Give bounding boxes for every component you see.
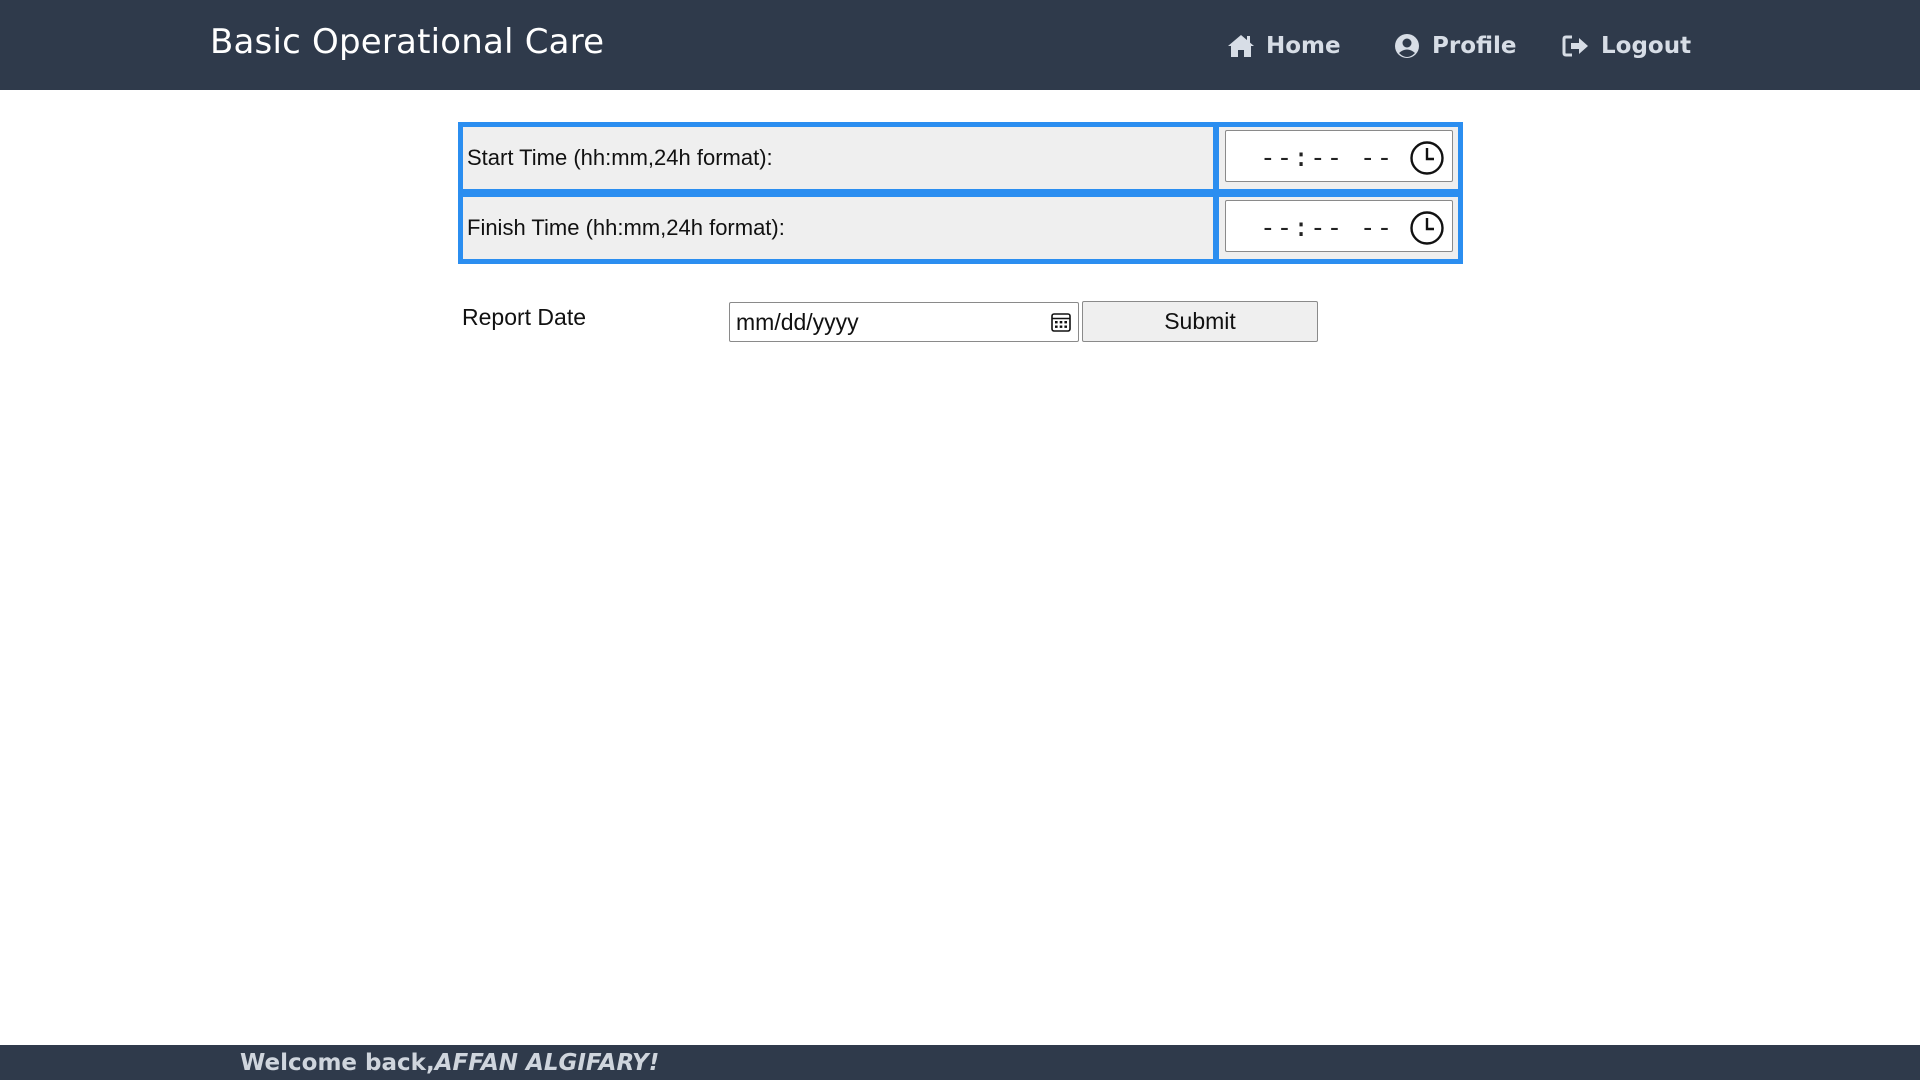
- finish-time-placeholder: --:-- --: [1260, 213, 1394, 243]
- nav-logout-label: Logout: [1601, 33, 1692, 59]
- clock-icon[interactable]: [1408, 209, 1446, 247]
- finish-time-cell: --:-- --: [1219, 197, 1458, 259]
- calendar-icon[interactable]: [1050, 311, 1072, 333]
- nav-home-link[interactable]: Home: [1226, 28, 1341, 64]
- welcome-prefix: Welcome back,: [240, 1050, 435, 1076]
- start-time-input[interactable]: --:-- --: [1225, 130, 1453, 182]
- submit-button[interactable]: Submit: [1082, 301, 1318, 342]
- home-icon: [1226, 31, 1256, 61]
- clock-icon[interactable]: [1408, 139, 1446, 177]
- welcome-message: Welcome back,AFFAN ALGIFARY!: [240, 1050, 659, 1076]
- nav-home-label: Home: [1266, 33, 1341, 59]
- page: Basic Operational Care Home Profile Logo…: [0, 0, 1920, 1080]
- report-date-label: Report Date: [462, 304, 587, 330]
- nav-profile-label: Profile: [1432, 33, 1517, 59]
- finish-time-row: Finish Time (hh:mm,24h format): --:-- --: [463, 197, 1458, 259]
- start-time-placeholder: --:-- --: [1260, 143, 1394, 173]
- top-navbar: Basic Operational Care Home Profile Logo…: [0, 0, 1920, 90]
- report-date-input[interactable]: mm/dd/yyyy: [729, 302, 1079, 342]
- footer-bar: Welcome back,AFFAN ALGIFARY!: [0, 1045, 1920, 1080]
- report-date-placeholder: mm/dd/yyyy: [736, 309, 859, 335]
- start-time-label: Start Time (hh:mm,24h format):: [463, 127, 1213, 189]
- nav-profile-link[interactable]: Profile: [1392, 28, 1517, 64]
- nav-logout-link[interactable]: Logout: [1561, 28, 1691, 64]
- time-form-table: Start Time (hh:mm,24h format): --:-- -- …: [458, 122, 1463, 264]
- start-time-cell: --:-- --: [1219, 127, 1458, 189]
- app-title: Basic Operational Care: [210, 22, 605, 62]
- finish-time-label: Finish Time (hh:mm,24h format):: [463, 197, 1213, 259]
- user-circle-icon: [1392, 31, 1422, 61]
- start-time-row: Start Time (hh:mm,24h format): --:-- --: [463, 127, 1458, 189]
- finish-time-input[interactable]: --:-- --: [1225, 200, 1453, 252]
- logout-icon: [1561, 31, 1591, 61]
- welcome-user-name: AFFAN ALGIFARY!: [434, 1050, 660, 1076]
